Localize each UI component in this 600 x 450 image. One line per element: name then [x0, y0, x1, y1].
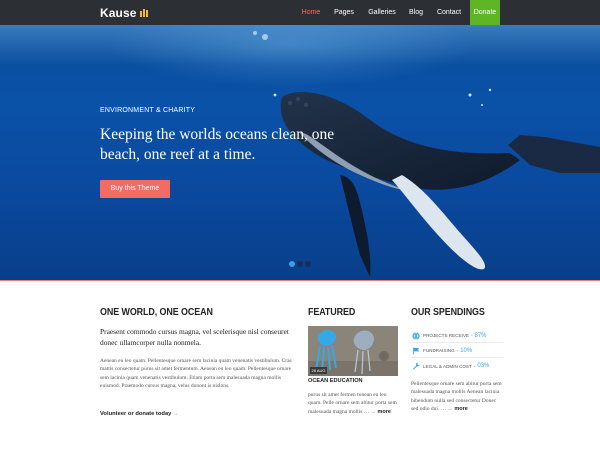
featured-more-link[interactable]: more	[378, 409, 391, 415]
nav-item-blog[interactable]: Blog	[405, 0, 427, 25]
slider-dot-2[interactable]	[297, 261, 303, 267]
globe-icon	[411, 331, 420, 340]
featured-excerpt: purus sit amet fermen tunean eu leo quam…	[308, 391, 400, 416]
slider-dots	[289, 261, 311, 267]
logo-bars-icon	[139, 8, 148, 17]
logo-text: Kause	[100, 5, 137, 20]
hero-kicker: ENVIRONMENT & CHARITY	[100, 107, 196, 114]
featured-section-title: FEATURED	[308, 306, 356, 318]
hero-title: Keeping the worlds oceans clean, one bea…	[100, 126, 335, 163]
arrow-right-icon: →	[370, 408, 377, 415]
donate-button[interactable]: Donate	[470, 0, 500, 25]
featured-date-badge: 28 AUG	[310, 367, 327, 374]
spending-separator: -	[456, 348, 459, 353]
spending-label: PROJECTS RECEIVE	[423, 333, 469, 338]
flag-icon	[411, 346, 420, 355]
featured-post-title[interactable]: OCEAN EDUCATION	[308, 378, 363, 384]
hero-divider	[0, 280, 600, 281]
spending-row: FUNDRAISING - 10%	[411, 344, 503, 358]
volunteer-link-label: Volunteer or donate today	[100, 411, 172, 417]
spending-separator: -	[470, 333, 473, 338]
spendings-section-title: OUR SPENDINGS	[411, 306, 485, 318]
ocean-section-title: ONE WORLD, ONE OCEAN	[100, 306, 213, 318]
spending-separator: -	[473, 363, 476, 369]
spending-label: FUNDRAISING	[423, 348, 455, 353]
spending-label: LEGAL & ADMIN COST	[423, 363, 472, 369]
hero-slider: ENVIRONMENT & CHARITY Keeping the worlds…	[0, 25, 600, 281]
top-navbar: Kause Home Pages Galleries Blog Contact …	[0, 0, 600, 25]
spending-value: 87%	[474, 332, 487, 339]
nav-item-contact[interactable]: Contact	[434, 0, 464, 25]
nav-item-home[interactable]: Home	[297, 0, 325, 25]
nav-item-galleries[interactable]: Galleries	[364, 0, 400, 25]
spendings-more-link[interactable]: more	[454, 406, 467, 412]
slider-dot-1[interactable]	[289, 261, 295, 267]
site-logo[interactable]: Kause	[100, 5, 148, 20]
arrow-right-icon: →	[447, 405, 454, 412]
slider-dot-3[interactable]	[305, 261, 311, 267]
spendings-text: Pellentesque ornare sem abitur porta sem…	[411, 380, 503, 413]
ocean-body: Aenean eu leo quam. Pellentesque ornare …	[100, 358, 292, 389]
nav-item-pages[interactable]: Pages	[330, 0, 358, 25]
volunteer-link[interactable]: Volunteer or donate today →	[100, 411, 179, 417]
spending-value: 03%	[477, 363, 490, 369]
spending-row: LEGAL & ADMIN COST - 03%	[411, 359, 503, 373]
ocean-lead: Praesent commodo cursus magna, vel scele…	[100, 327, 289, 347]
buy-theme-button[interactable]: Buy this Theme	[100, 180, 170, 198]
wrench-icon	[411, 362, 420, 371]
arrow-right-icon: →	[173, 411, 179, 417]
spending-value: 10%	[460, 347, 473, 354]
spending-row: PROJECTS RECEIVE - 87%	[411, 329, 503, 343]
